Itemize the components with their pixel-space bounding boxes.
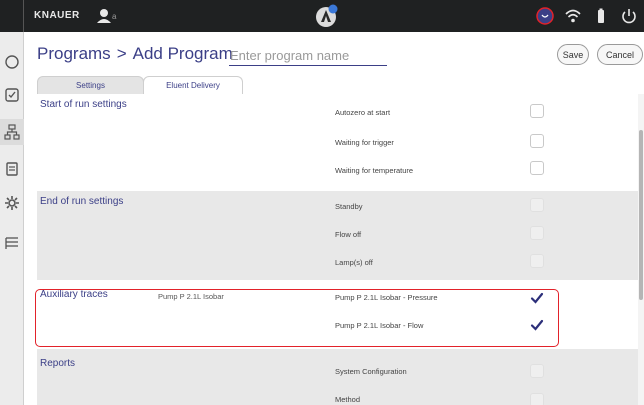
page-title: Programs > Add Program xyxy=(37,44,233,64)
knauer-center-logo-icon[interactable] xyxy=(313,3,339,29)
checkbox-lamps-off[interactable] xyxy=(530,254,544,268)
status-bar-left-stripe xyxy=(0,0,24,32)
status-bar: KNAUER a xyxy=(0,0,644,32)
checklist-icon xyxy=(5,88,19,102)
wifi-icon xyxy=(564,7,582,25)
section-reports: Reports System Configuration Method xyxy=(37,349,639,405)
knauer-logo: KNAUER xyxy=(34,10,80,21)
checkbox-waiting-trigger[interactable] xyxy=(530,134,544,148)
option-label-waiting-trigger: Waiting for trigger xyxy=(335,138,394,147)
checkbox-method[interactable] xyxy=(530,393,544,405)
option-label-lamps-off: Lamp(s) off xyxy=(335,258,373,267)
nav-status[interactable] xyxy=(0,49,24,75)
checkbox-waiting-temperature[interactable] xyxy=(530,161,544,175)
user-icon[interactable] xyxy=(94,6,114,26)
checkbox-system-configuration[interactable] xyxy=(530,364,544,378)
save-button[interactable]: Save xyxy=(557,44,589,65)
section-end-of-run: End of run settings Standby Flow off Lam… xyxy=(37,191,639,280)
option-label-method: Method xyxy=(335,395,361,404)
list-icon xyxy=(5,237,18,249)
cancel-button[interactable]: Cancel xyxy=(597,44,643,65)
section-title-start-of-run: Start of run settings xyxy=(40,99,127,110)
battery-icon xyxy=(592,7,610,25)
nav-instrument-tree[interactable] xyxy=(0,119,24,145)
scrollbar-thumb[interactable] xyxy=(639,130,643,300)
option-label-autozero: Autozero at start xyxy=(335,108,391,117)
section-start-of-run: Start of run settings Autozero at start … xyxy=(37,94,639,191)
breadcrumb-add-program: Add Program xyxy=(132,44,233,63)
option-label-waiting-temperature: Waiting for temperature xyxy=(335,166,414,175)
left-navigation xyxy=(0,32,24,405)
auxiliary-traces-highlight xyxy=(35,289,559,347)
program-name-input[interactable] xyxy=(229,46,387,66)
checkbox-standby[interactable] xyxy=(530,198,544,212)
checkbox-autozero[interactable] xyxy=(530,104,544,118)
option-label-flow-off: Flow off xyxy=(335,230,362,239)
gear-icon xyxy=(5,196,19,210)
section-title-reports: Reports xyxy=(40,358,76,369)
checkbox-flow-off[interactable] xyxy=(530,226,544,240)
breadcrumb-programs[interactable]: Programs xyxy=(37,44,111,63)
instrument-tree-icon xyxy=(4,124,20,140)
tab-eluent-delivery[interactable]: Eluent Delivery xyxy=(143,76,243,94)
nav-checklist[interactable] xyxy=(0,82,24,108)
tab-settings[interactable]: Settings xyxy=(37,76,144,94)
user-name: a xyxy=(112,12,117,21)
shutdown-icon[interactable] xyxy=(620,7,638,25)
option-label-standby: Standby xyxy=(335,202,363,211)
report-icon xyxy=(6,162,18,176)
power-circle-icon[interactable] xyxy=(536,7,554,25)
nav-list[interactable] xyxy=(0,230,24,256)
option-label-system-configuration: System Configuration xyxy=(335,367,407,376)
status-icon xyxy=(5,55,19,69)
section-title-end-of-run: End of run settings xyxy=(40,196,124,207)
nav-settings[interactable] xyxy=(0,190,24,216)
nav-report[interactable] xyxy=(0,156,24,182)
settings-content: Start of run settings Autozero at start … xyxy=(37,94,639,405)
breadcrumb-separator: > xyxy=(116,44,127,63)
